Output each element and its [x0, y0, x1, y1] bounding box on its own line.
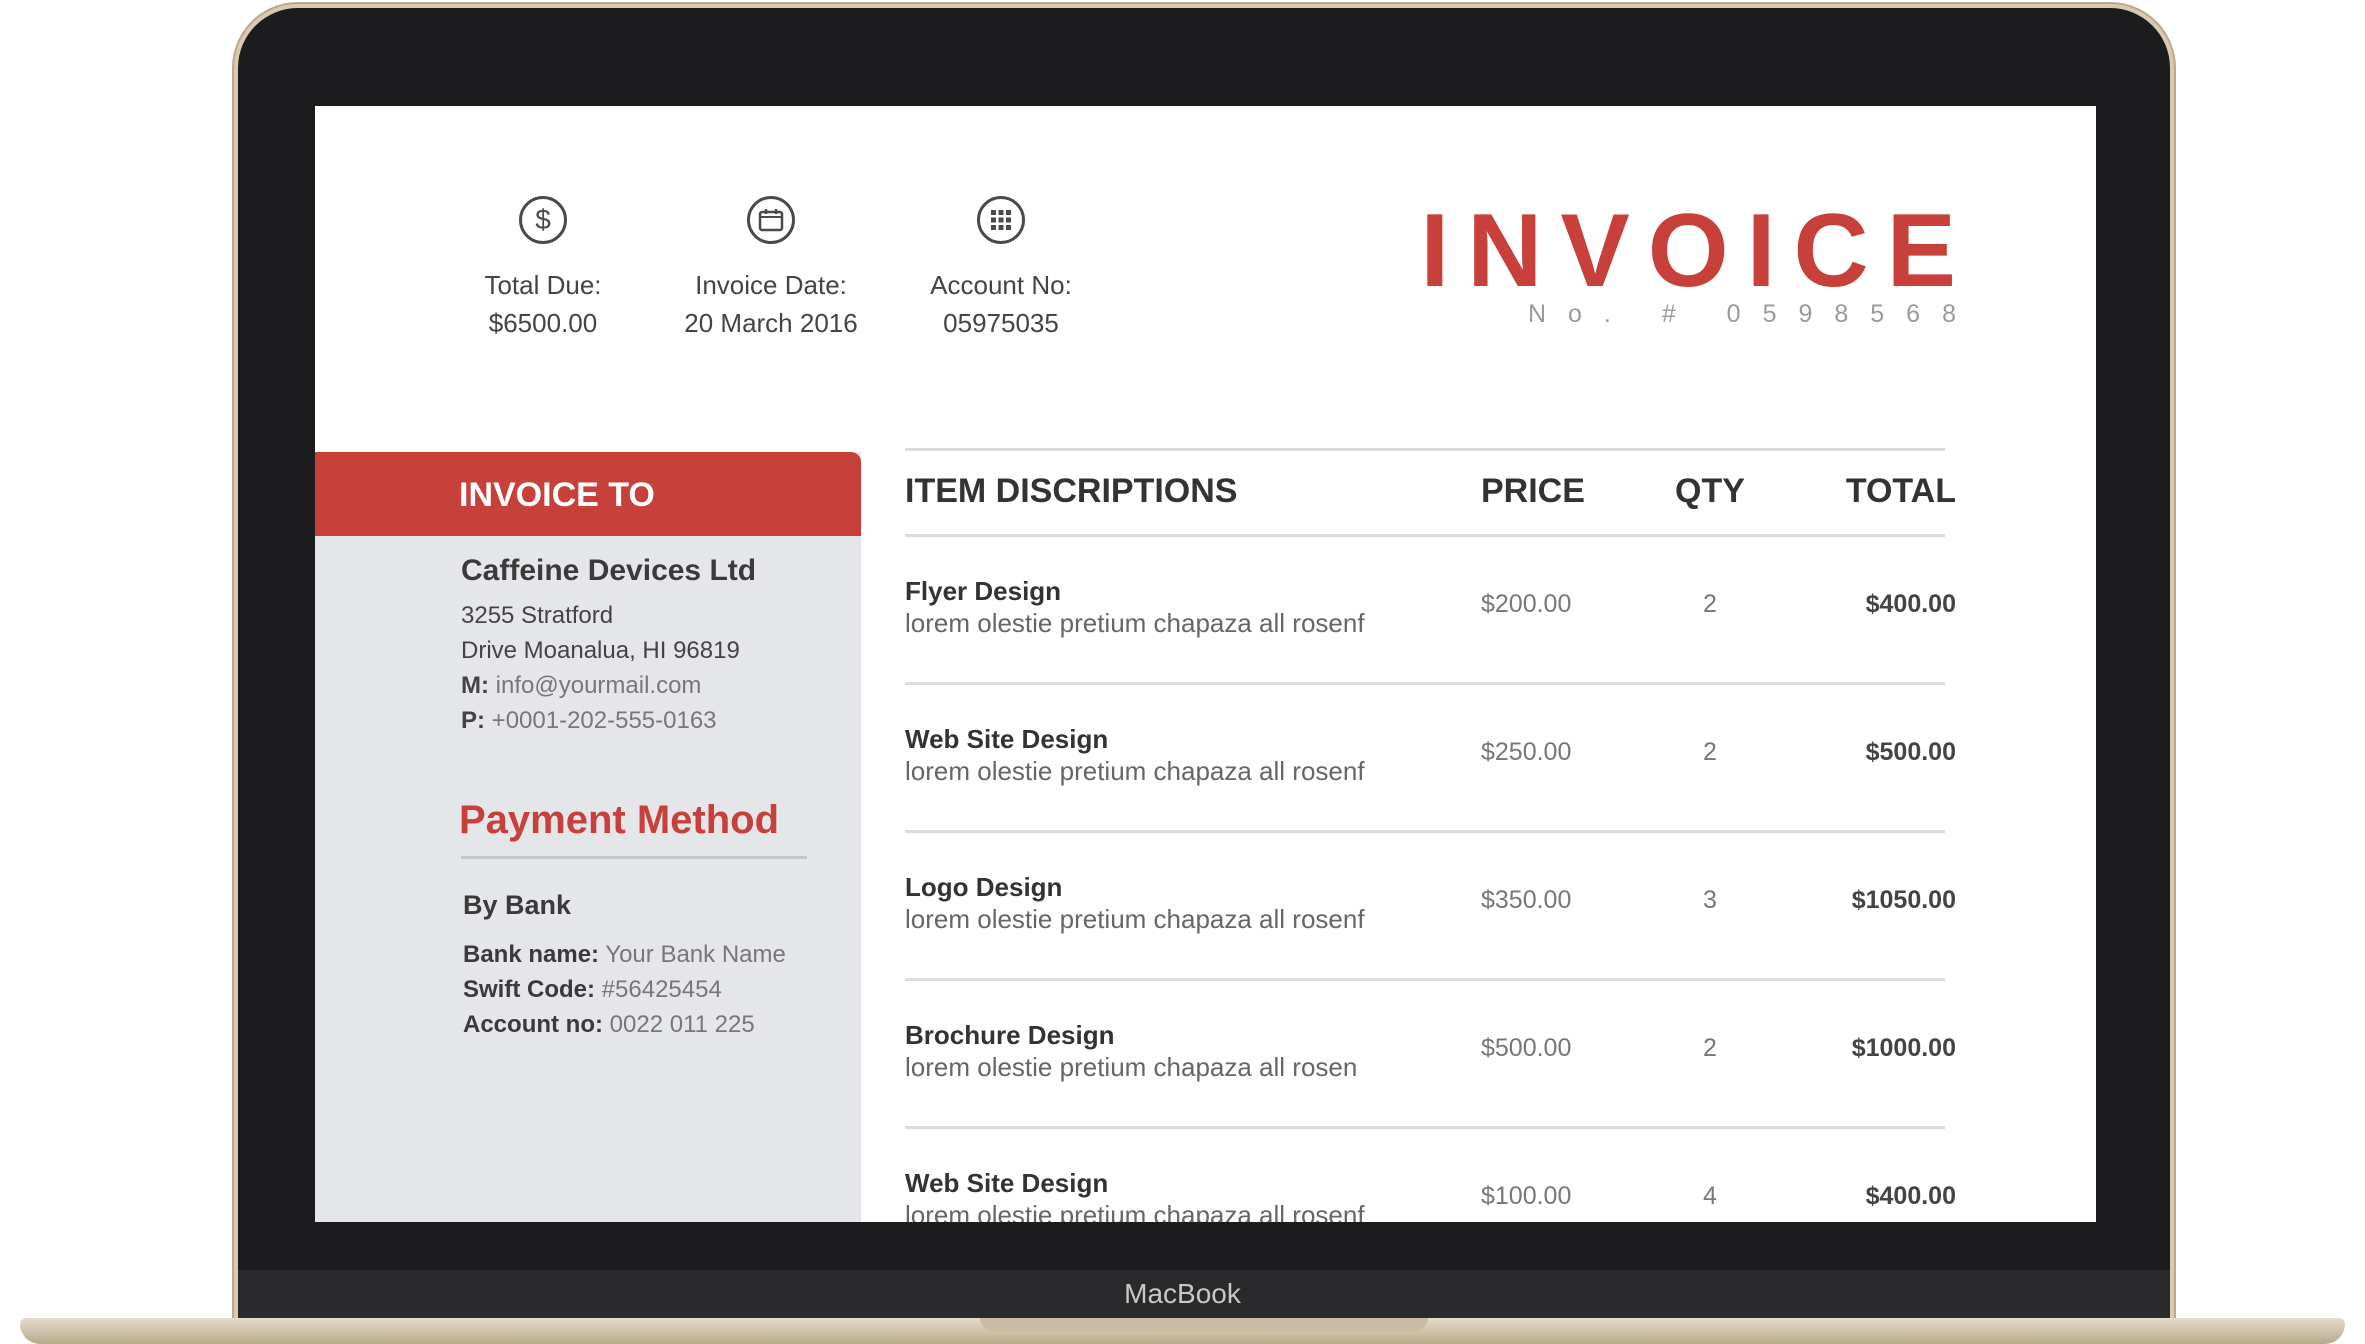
- table-row: Web Site Design lorem olestie pretium ch…: [315, 724, 2096, 872]
- item-description: lorem olestie pretium chapaza all rosen: [905, 1052, 1358, 1082]
- item-qty: 2: [1703, 738, 1717, 766]
- account-no-label: Account No:: [930, 270, 1072, 300]
- row-divider: [905, 1126, 1945, 1129]
- account-no-block: Account No: 05975035: [891, 196, 1111, 342]
- item-total: $400.00: [1865, 1182, 1956, 1210]
- item-description: lorem olestie pretium chapaza all rosenf: [905, 904, 1365, 934]
- account-no-value: 05975035: [943, 308, 1059, 338]
- item-qty: 2: [1703, 1034, 1717, 1062]
- item-qty: 2: [1703, 590, 1717, 618]
- item-description: lorem olestie pretium chapaza all rosenf: [905, 1200, 1365, 1222]
- invoice-to-heading: INVOICE TO: [459, 476, 655, 514]
- invoice-date-block: Invoice Date: 20 March 2016: [661, 196, 881, 342]
- column-header-price: PRICE: [1481, 472, 1585, 510]
- table-row: Flyer Design lorem olestie pretium chapa…: [315, 576, 2096, 724]
- item-price: $100.00: [1481, 1182, 1572, 1210]
- total-due-label: Total Due:: [484, 270, 602, 300]
- invoice-number: No. # 0598568: [1527, 300, 1978, 328]
- total-due-value: $6500.00: [488, 308, 598, 338]
- item-description: lorem olestie pretium chapaza all rosenf: [905, 756, 1365, 786]
- total-due-block: $ Total Due: $6500.00: [433, 196, 653, 342]
- keypad-glyph: [991, 210, 1011, 230]
- invoice-to-header: INVOICE TO: [315, 452, 861, 536]
- row-divider: [905, 978, 1945, 981]
- item-total: $1000.00: [1851, 1034, 1956, 1062]
- table-row: Web Site Design lorem olestie pretium ch…: [315, 1168, 2096, 1222]
- item-title: Flyer Design: [905, 576, 1062, 606]
- row-divider: [905, 682, 1945, 685]
- device-brand-label: MacBook: [1124, 1278, 1241, 1309]
- invoice-screen: $ Total Due: $6500.00 Invoice Date: 20 M…: [315, 106, 2096, 1222]
- column-header-total: TOTAL: [1845, 472, 1956, 510]
- calendar-icon: [747, 196, 795, 244]
- item-total: $1050.00: [1851, 886, 1956, 914]
- item-total: $500.00: [1865, 738, 1956, 766]
- row-divider: [905, 830, 1945, 833]
- table-header-rule: [905, 534, 1945, 537]
- item-price: $250.00: [1481, 738, 1572, 766]
- table-row: Brochure Design lorem olestie pretium ch…: [315, 1020, 2096, 1168]
- table-top-rule: [905, 448, 1945, 451]
- item-title: Logo Design: [905, 872, 1063, 902]
- item-description: lorem olestie pretium chapaza all rosenf: [905, 608, 1365, 638]
- item-title: Web Site Design: [905, 1168, 1109, 1198]
- column-header-description: ITEM DISCRIPTIONS: [905, 472, 1238, 510]
- table-row: Logo Design lorem olestie pretium chapaz…: [315, 872, 2096, 1020]
- item-price: $500.00: [1481, 1034, 1572, 1062]
- invoice-date-label: Invoice Date:: [695, 270, 847, 300]
- item-qty: 3: [1703, 886, 1717, 914]
- item-title: Web Site Design: [905, 724, 1109, 754]
- item-price: $350.00: [1481, 886, 1572, 914]
- item-title: Brochure Design: [905, 1020, 1115, 1050]
- invoice-title: INVOICE: [1420, 193, 1974, 309]
- column-header-qty: QTY: [1675, 472, 1745, 510]
- dollar-icon: $: [519, 196, 567, 244]
- item-price: $200.00: [1481, 590, 1572, 618]
- calendar-glyph: [758, 209, 784, 232]
- laptop-base-notch: [980, 1318, 1428, 1332]
- item-qty: 4: [1703, 1182, 1717, 1210]
- invoice-date-value: 20 March 2016: [684, 308, 858, 338]
- item-total: $400.00: [1865, 590, 1956, 618]
- keypad-icon: [977, 196, 1025, 244]
